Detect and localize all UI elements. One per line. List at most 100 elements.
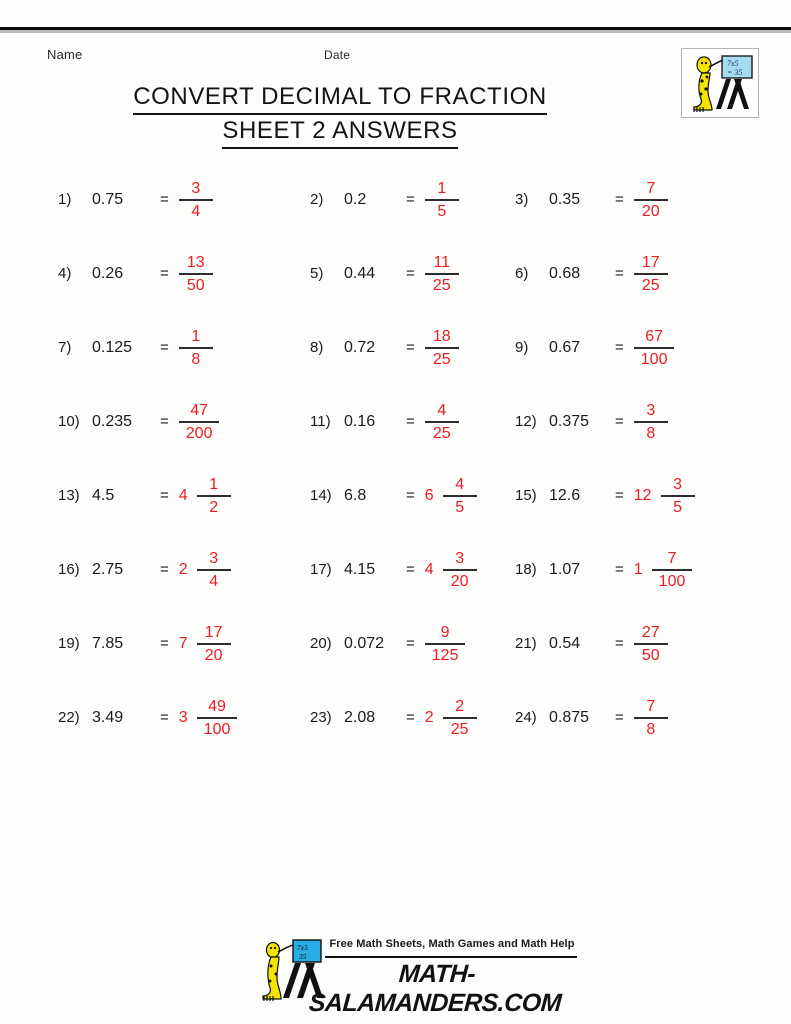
equals-sign: = <box>406 265 415 282</box>
numerator: 1 <box>437 180 447 197</box>
equals-sign: = <box>406 561 415 578</box>
problem-15: 15) 12.6 = 12 3 5 <box>515 472 695 546</box>
decimal-value: 2.08 <box>344 709 376 726</box>
answer-fraction: 47 200 <box>178 400 220 444</box>
decimal-value: 0.72 <box>344 339 376 356</box>
salamander-blackboard-icon: 7x5 = 35 <box>682 49 758 117</box>
equals-sign: = <box>615 413 624 430</box>
problem-number: 14) <box>310 487 332 504</box>
problem-number: 12) <box>515 413 537 430</box>
svg-text:7x5: 7x5 <box>297 943 308 952</box>
numerator: 47 <box>190 402 209 419</box>
problem-row: 13) 4.5 = 4 1 2 14) 6.8 = 6 4 5 15) 12.6… <box>0 472 791 546</box>
problem-number: 9) <box>515 339 529 356</box>
problem-number: 22) <box>58 709 80 726</box>
equals-sign: = <box>160 487 169 504</box>
numerator: 9 <box>440 624 450 641</box>
numerator: 7 <box>646 180 656 197</box>
denominator: 4 <box>191 203 201 220</box>
problem-6: 6) 0.68 = 17 25 <box>515 250 668 324</box>
equals-sign: = <box>160 413 169 430</box>
denominator: 8 <box>191 351 201 368</box>
equals-sign: = <box>406 709 415 726</box>
answer-fraction: 3 4 <box>196 548 231 592</box>
answer-fraction: 3 5 <box>660 474 695 518</box>
date-label: Date <box>324 48 351 62</box>
equals-sign: = <box>160 339 169 356</box>
problem-11: 11) 0.16 = 4 25 <box>310 398 459 472</box>
answer-fraction: 17 25 <box>633 252 668 296</box>
decimal-value: 0.35 <box>549 191 581 208</box>
problem-5: 5) 0.44 = 11 25 <box>310 250 459 324</box>
denominator: 100 <box>658 573 686 590</box>
answer-fraction: 1 8 <box>178 326 213 370</box>
problem-17: 17) 4.15 = 4 3 20 <box>310 546 477 620</box>
problem-number: 19) <box>58 635 80 652</box>
problem-number: 1) <box>58 191 72 208</box>
numerator: 3 <box>646 402 656 419</box>
whole-number: 3 <box>178 709 188 726</box>
answer-fraction: 7 20 <box>633 178 668 222</box>
answer-fraction: 1 5 <box>424 178 459 222</box>
numerator: 7 <box>667 550 677 567</box>
numerator: 4 <box>437 402 447 419</box>
numerator: 2 <box>455 698 465 715</box>
answer-fraction: 18 25 <box>424 326 459 370</box>
problem-number: 20) <box>310 635 332 652</box>
answer-fraction: 17 20 <box>196 622 231 666</box>
problem-row: 1) 0.75 = 3 4 2) 0.2 = 1 5 3) 0.35 = 7 2… <box>0 176 791 250</box>
denominator: 5 <box>455 499 465 516</box>
equals-sign: = <box>406 413 415 430</box>
problem-row: 10) 0.235 = 47 200 11) 0.16 = 4 25 12) 0… <box>0 398 791 472</box>
numerator: 13 <box>186 254 205 271</box>
answer-fraction: 3 20 <box>442 548 477 592</box>
decimal-value: 0.2 <box>344 191 367 208</box>
problem-number: 6) <box>515 265 529 282</box>
decimal-value: 0.68 <box>549 265 581 282</box>
numerator: 11 <box>433 254 451 271</box>
problem-number: 10) <box>58 413 80 430</box>
equals-sign: = <box>160 191 169 208</box>
denominator: 125 <box>431 647 459 664</box>
problem-number: 4) <box>58 265 72 282</box>
equals-sign: = <box>160 709 169 726</box>
numerator: 17 <box>204 624 223 641</box>
denominator: 5 <box>673 499 683 516</box>
equals-sign: = <box>615 561 624 578</box>
numerator: 67 <box>645 328 664 345</box>
denominator: 5 <box>437 203 447 220</box>
problem-row: 22) 3.49 = 3 49 100 23) 2.08 = 2 2 25 24… <box>0 694 791 768</box>
svg-text:7x5: 7x5 <box>727 59 739 68</box>
problem-12: 12) 0.375 = 3 8 <box>515 398 668 472</box>
name-label: Name <box>47 47 83 62</box>
decimal-value: 4.5 <box>92 487 115 504</box>
decimal-value: 0.75 <box>92 191 124 208</box>
denominator: 20 <box>204 647 223 664</box>
footer-brand-name: MATH-SALAMANDERS.COM <box>307 960 563 1017</box>
problem-1: 1) 0.75 = 3 4 <box>58 176 213 250</box>
title-line-2: SHEET 2 ANSWERS <box>0 114 680 149</box>
answer-fraction: 3 4 <box>178 178 213 222</box>
problem-number: 16) <box>58 561 80 578</box>
answer-fraction: 9 125 <box>424 622 466 666</box>
equals-sign: = <box>406 191 415 208</box>
denominator: 2 <box>209 499 219 516</box>
whole-number: 4 <box>178 487 188 504</box>
page-top-rule <box>0 27 791 30</box>
whole-number: 12 <box>633 487 652 504</box>
equals-sign: = <box>406 635 415 652</box>
decimal-value: 4.15 <box>344 561 376 578</box>
equals-sign: = <box>160 561 169 578</box>
denominator: 25 <box>450 721 469 738</box>
decimal-value: 0.235 <box>92 413 133 430</box>
denominator: 25 <box>432 351 451 368</box>
problem-number: 2) <box>310 191 324 208</box>
numerator: 3 <box>209 550 219 567</box>
problem-number: 8) <box>310 339 324 356</box>
header-salamander-logo: 7x5 = 35 <box>681 48 759 118</box>
numerator: 3 <box>191 180 201 197</box>
whole-number: 4 <box>424 561 434 578</box>
denominator: 50 <box>186 277 205 294</box>
decimal-value: 12.6 <box>549 487 581 504</box>
answer-fraction: 4 25 <box>424 400 459 444</box>
